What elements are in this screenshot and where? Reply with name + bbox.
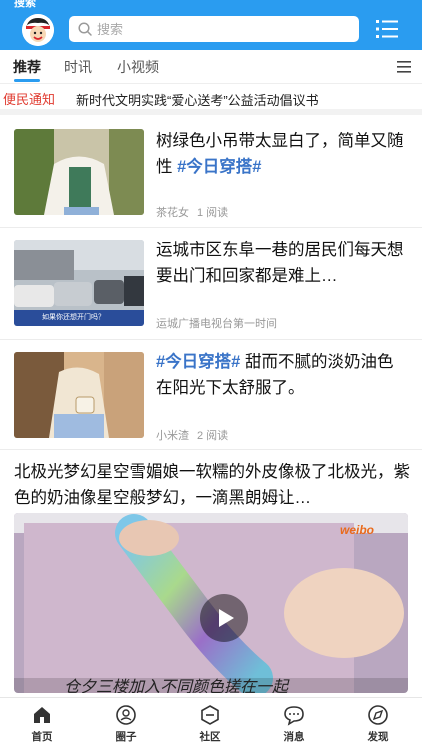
- feed-title-text: 运城市区东阜一巷的居民们每天想要出门和回家都是难上…: [156, 241, 404, 285]
- hashtag-link[interactable]: #今日穿搭#: [156, 353, 240, 371]
- thumb-caption: 如果你还想开门吗？: [42, 314, 105, 321]
- feed-item[interactable]: 树绿色小吊带太显白了，简单又随性 #今日穿搭# 茶花女 1 阅读: [0, 121, 422, 228]
- video-subtitle: 仓夕三楼加入不同颜色搓在一起: [64, 679, 289, 693]
- notice-bar[interactable]: 便民通知 新时代文明实践“爱心送考”公益活动倡议书: [0, 85, 422, 115]
- list-menu-icon[interactable]: [376, 19, 398, 39]
- avatar[interactable]: [22, 14, 54, 46]
- notice-text[interactable]: 新时代文明实践“爱心送考”公益活动倡议书: [76, 90, 319, 109]
- search-input[interactable]: [97, 19, 347, 39]
- notice-badge: 便民通知: [3, 92, 56, 107]
- community-icon: [201, 705, 219, 725]
- feed-item[interactable]: #今日穿搭# 甜而不腻的淡奶油色在阳光下太舒服了。 小米渣 2 阅读: [0, 341, 422, 450]
- circle-icon: [116, 705, 136, 725]
- home-icon: [34, 707, 50, 723]
- nav-discover[interactable]: 发现: [348, 704, 408, 744]
- nav-label: 圈子: [115, 731, 137, 743]
- feed-meta: 小米渣 2 阅读: [156, 427, 228, 443]
- author-name[interactable]: 茶花女: [156, 207, 189, 219]
- video-post-title[interactable]: 北极光梦幻星空雪媚娘一软糯的外皮像极了北极光，紫色的奶油像星空般梦幻，一滴黑朗姆…: [14, 459, 410, 511]
- category-tabs: 推荐 时讯 小视频: [0, 50, 422, 84]
- feed-thumbnail[interactable]: [14, 129, 144, 215]
- hashtag-link[interactable]: #今日穿搭#: [177, 158, 261, 176]
- outfit-photo: [14, 129, 144, 215]
- nav-label: 发现: [367, 731, 389, 743]
- feed-item[interactable]: 如果你还想开门吗？ 运城市区东阜一巷的居民们每天想要出门和回家都是难上… 运城广…: [0, 229, 422, 340]
- weibo-watermark: weibo: [340, 523, 375, 537]
- tab-short-video[interactable]: 小视频: [117, 57, 159, 77]
- hamburger-icon[interactable]: [397, 61, 411, 73]
- feed-title[interactable]: 运城市区东阜一巷的居民们每天想要出门和回家都是难上…: [156, 237, 408, 289]
- status-bar: 搜索: [0, 0, 422, 8]
- read-count: 2 阅读: [197, 430, 229, 442]
- feed-title[interactable]: 树绿色小吊带太显白了，简单又随性 #今日穿搭#: [156, 128, 408, 180]
- nav-label: 社区: [199, 731, 221, 743]
- nav-label: 首页: [31, 731, 53, 743]
- search-icon: [78, 22, 92, 36]
- app-header: [0, 8, 422, 50]
- play-icon: [219, 609, 234, 627]
- nav-messages[interactable]: 消息: [264, 704, 324, 744]
- outfit-photo: [14, 352, 144, 438]
- video-player[interactable]: weibo 仓夕三楼加入不同颜色搓在一起: [14, 513, 408, 693]
- nav-circle[interactable]: 圈子: [96, 704, 156, 744]
- play-button[interactable]: [200, 594, 248, 642]
- author-name[interactable]: 小米渣: [156, 430, 189, 442]
- read-count: 1 阅读: [197, 207, 229, 219]
- feed-thumbnail[interactable]: [14, 352, 144, 438]
- feed-meta: 运城广播电视台第一时间: [156, 315, 277, 331]
- tab-recommend[interactable]: 推荐: [13, 57, 41, 77]
- nav-home[interactable]: 首页: [12, 704, 72, 744]
- search-box[interactable]: [69, 16, 359, 42]
- author-name[interactable]: 运城广播电视台第一时间: [156, 318, 277, 330]
- feed-meta: 茶花女 1 阅读: [156, 204, 228, 220]
- discover-icon: [368, 705, 388, 725]
- tab-news[interactable]: 时讯: [64, 57, 92, 77]
- active-tab-indicator: [14, 79, 40, 82]
- status-title: 搜索: [14, 0, 36, 8]
- feed-thumbnail[interactable]: 如果你还想开门吗？: [14, 240, 144, 326]
- nav-community[interactable]: 社区: [180, 704, 240, 744]
- message-icon: [284, 706, 304, 726]
- feed-title[interactable]: #今日穿搭# 甜而不腻的淡奶油色在阳光下太舒服了。: [156, 349, 408, 401]
- cartoon-avatar-icon: [22, 14, 54, 46]
- bottom-nav: 首页 圈子 社区 消息 发现: [0, 697, 422, 750]
- nav-label: 消息: [283, 731, 305, 743]
